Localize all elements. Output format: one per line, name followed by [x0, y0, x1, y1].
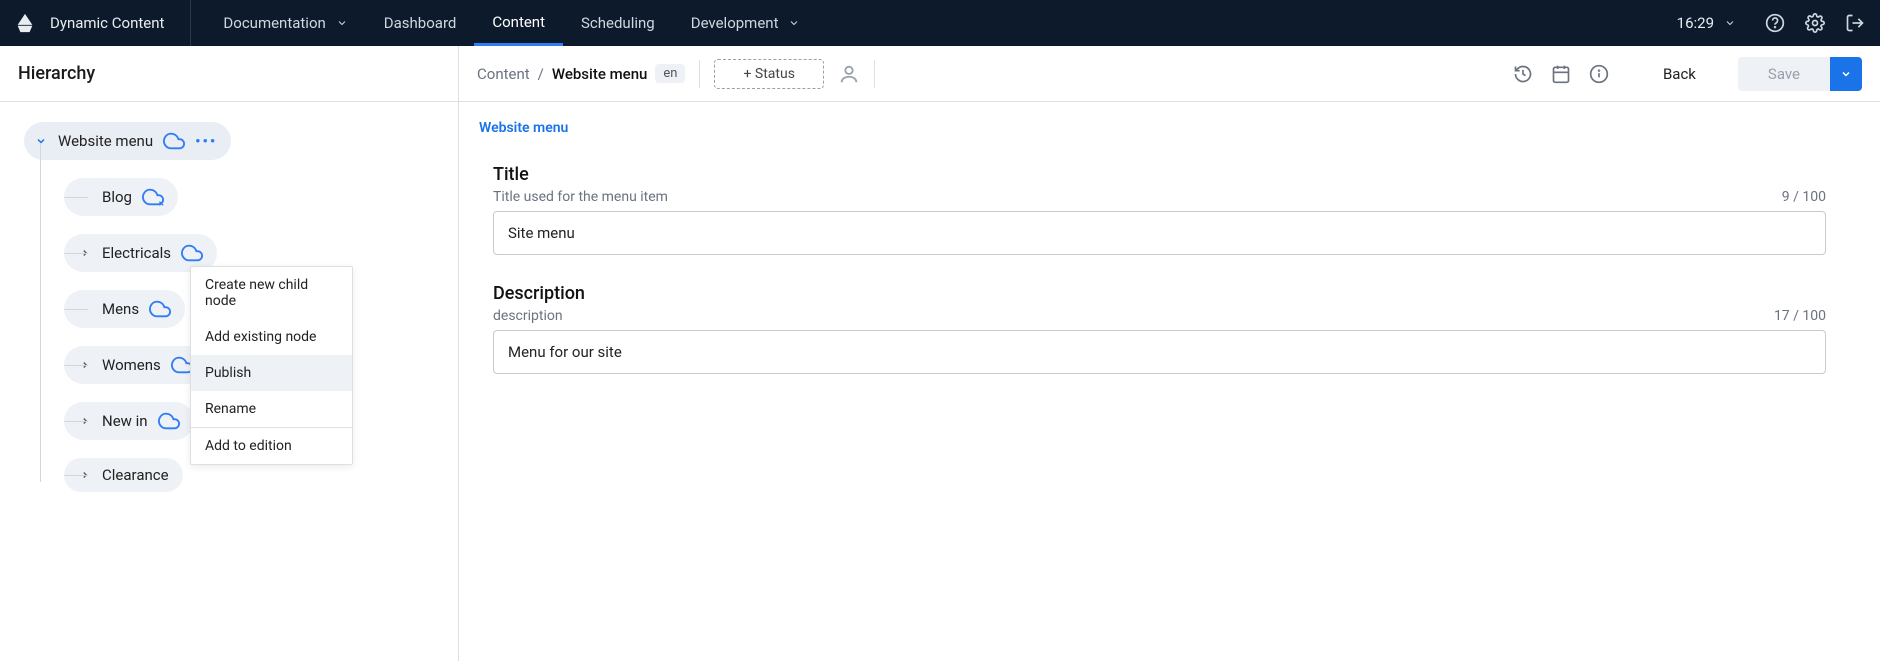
- cloud-icon: [181, 242, 203, 264]
- top-right-controls: 16:29: [1667, 8, 1866, 38]
- cloud-icon: [142, 186, 164, 208]
- field-title-count: 9 / 100: [1782, 189, 1826, 205]
- tree-node-label: New in: [102, 412, 148, 430]
- history-icon[interactable]: [1513, 64, 1533, 84]
- app-logo: [14, 12, 36, 34]
- hierarchy-tree: Website menu ••• Blog: [0, 102, 458, 492]
- tree-node-label: Womens: [102, 356, 161, 374]
- tab-website-menu[interactable]: Website menu: [459, 102, 1880, 136]
- nav-divider: [190, 0, 191, 46]
- cloud-icon: [163, 130, 185, 152]
- field-desc-help: description: [493, 308, 563, 324]
- save-dropdown[interactable]: [1830, 57, 1862, 91]
- workspace: Hierarchy Website menu ••• Blog: [0, 46, 1880, 661]
- settings-icon[interactable]: [1804, 12, 1826, 34]
- tree-root-label: Website menu: [58, 132, 153, 150]
- ctx-rename[interactable]: Rename: [191, 391, 352, 427]
- toolbar-icon-group: [1513, 64, 1609, 84]
- sidebar-title: Hierarchy: [0, 46, 458, 102]
- nav-documentation[interactable]: Documentation: [205, 0, 365, 46]
- calendar-icon[interactable]: [1551, 64, 1571, 84]
- help-icon[interactable]: [1764, 12, 1786, 34]
- tree-node-label: Electricals: [102, 244, 171, 262]
- chevron-down-icon: [1724, 17, 1736, 29]
- caret-down-icon: [34, 135, 48, 147]
- breadcrumb-separator: /: [538, 65, 544, 83]
- ctx-add-edition[interactable]: Add to edition: [191, 428, 352, 464]
- tree-node-label: Mens: [102, 300, 139, 318]
- field-desc-count: 17 / 100: [1774, 308, 1826, 324]
- field-desc-label: Description: [493, 283, 1826, 304]
- chevron-down-icon: [788, 17, 800, 29]
- app-name: Dynamic Content: [50, 14, 164, 32]
- nav-documentation-label: Documentation: [223, 14, 325, 32]
- breadcrumb-root[interactable]: Content: [477, 65, 530, 83]
- field-title-help: Title used for the menu item: [493, 189, 668, 205]
- nav-development-label: Development: [691, 14, 779, 32]
- nav-content[interactable]: Content: [474, 0, 563, 46]
- breadcrumb: Content / Website menu en: [477, 64, 685, 83]
- save-button[interactable]: Save: [1738, 57, 1830, 91]
- language-pill[interactable]: en: [655, 64, 685, 83]
- ctx-publish[interactable]: Publish: [191, 355, 352, 391]
- tree-node-label: Blog: [102, 188, 132, 206]
- nav-scheduling[interactable]: Scheduling: [563, 0, 673, 46]
- top-nav: Dynamic Content Documentation Dashboard …: [0, 0, 1880, 46]
- time-selector[interactable]: 16:29: [1667, 8, 1746, 38]
- field-description: Description description 17 / 100: [493, 283, 1826, 374]
- tree-node-label: Clearance: [102, 466, 169, 484]
- add-status-button[interactable]: + Status: [714, 59, 823, 89]
- field-title: Title Title used for the menu item 9 / 1…: [493, 164, 1826, 255]
- tree-root-node[interactable]: Website menu •••: [24, 122, 231, 160]
- toolbar-divider: [699, 60, 700, 88]
- back-button[interactable]: Back: [1663, 65, 1696, 83]
- description-input[interactable]: [493, 330, 1826, 374]
- chevron-down-icon: [336, 17, 348, 29]
- nav-dashboard-label: Dashboard: [384, 14, 457, 32]
- ctx-add-existing[interactable]: Add existing node: [191, 319, 352, 355]
- sidebar: Hierarchy Website menu ••• Blog: [0, 46, 459, 661]
- content-panel: Content / Website menu en + Status: [459, 46, 1880, 661]
- nav-content-label: Content: [492, 13, 545, 31]
- cloud-icon: [158, 410, 180, 432]
- form-body: Title Title used for the menu item 9 / 1…: [459, 136, 1880, 402]
- title-input[interactable]: [493, 211, 1826, 255]
- logout-icon[interactable]: [1844, 12, 1866, 34]
- save-button-group: Save: [1738, 57, 1862, 91]
- context-menu: Create new child node Add existing node …: [190, 266, 353, 465]
- breadcrumb-current: Website menu: [552, 65, 648, 83]
- nav-scheduling-label: Scheduling: [581, 14, 655, 32]
- ctx-create-child[interactable]: Create new child node: [191, 267, 352, 319]
- content-toolbar: Content / Website menu en + Status: [459, 46, 1880, 102]
- toolbar-divider: [874, 60, 875, 88]
- nav-development[interactable]: Development: [673, 0, 819, 46]
- more-icon[interactable]: •••: [195, 132, 217, 150]
- assignee-icon[interactable]: [838, 63, 860, 85]
- nav-dashboard[interactable]: Dashboard: [366, 0, 475, 46]
- time-value: 16:29: [1677, 14, 1714, 32]
- info-icon[interactable]: [1589, 64, 1609, 84]
- cloud-icon: [149, 298, 171, 320]
- field-title-label: Title: [493, 164, 1826, 185]
